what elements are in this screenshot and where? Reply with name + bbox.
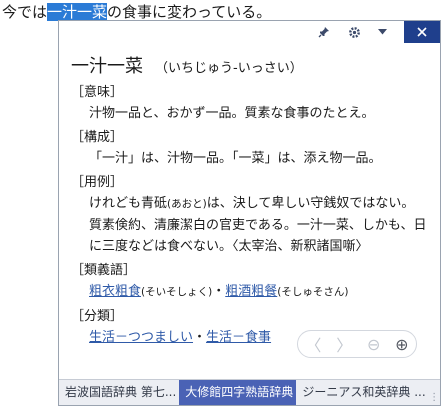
tab-iwanami[interactable]: 岩波国語辞典 第七... <box>59 380 179 405</box>
category-separator: ・ <box>193 330 207 345</box>
headword-reading: （いちじゅう-いっさい） <box>155 61 303 76</box>
selected-text[interactable]: 一汁一菜 <box>47 3 108 21</box>
resize-grip-icon[interactable]: ⋮ <box>428 380 440 405</box>
gear-icon[interactable] <box>341 21 367 43</box>
structure-text: 「一汁」は、汁物一品。「一菜」は、添え物一品。 <box>89 151 382 166</box>
tab-genius-waei[interactable]: ジーニアス和英辞典 ... <box>296 380 428 405</box>
document-text-after: の食事に変わっている。 <box>107 3 272 21</box>
document-text-line: 今では一汁一菜の食事に変わっている。 <box>2 2 271 22</box>
synonym-link-1[interactable]: 粗衣粗食 <box>89 284 141 299</box>
synonym-2-reading: (そしゅそさん) <box>277 286 349 298</box>
pin-icon[interactable] <box>311 21 337 43</box>
example-text-part1: けれども青砥 <box>89 196 168 211</box>
meaning-label: ［意味］ <box>71 85 124 100</box>
synonym-1-reading: (そいそしょく) <box>141 286 213 298</box>
dictionary-popup: 一汁一菜 （いちじゅう-いっさい） ［意味］ 汁物一品と、おかず一品。質素な食事の… <box>58 20 441 406</box>
close-icon <box>417 27 427 37</box>
chevron-down-icon[interactable] <box>369 21 395 43</box>
entry-content: 一汁一菜 （いちじゅう-いっさい） ［意味］ 汁物一品と、おかず一品。質素な食事の… <box>71 55 433 348</box>
synonym-separator: ・ <box>212 284 226 299</box>
zoom-in-icon[interactable]: ⊕ <box>395 335 408 354</box>
structure-label: ［構成］ <box>71 130 124 145</box>
zoom-out-icon[interactable]: ⊖ <box>367 335 380 354</box>
synonyms-list: 粗衣粗食(そいそしょく)・粗酒粗餐(そしゅそさん) <box>71 281 433 303</box>
tab-taishukan-yoji[interactable]: 大修館四字熟語辞典 <box>179 380 297 405</box>
example-ruby: (あおと) <box>167 198 207 210</box>
meaning-text: 汁物一品と、おかず一品。質素な食事のたとえ。 <box>89 106 375 121</box>
example-label: ［用例］ <box>71 175 124 190</box>
forward-icon[interactable]: 〉 <box>336 332 352 356</box>
popup-titlebar[interactable] <box>59 21 440 43</box>
synonyms-label: ［類義語］ <box>71 263 137 278</box>
category-link-1[interactable]: 生活－つつましい <box>89 330 193 345</box>
document-text-before: 今では <box>2 3 48 21</box>
close-button[interactable] <box>404 21 440 43</box>
back-icon[interactable]: 〈 <box>305 332 321 356</box>
headword: 一汁一菜 <box>71 56 143 77</box>
headword-line: 一汁一菜 （いちじゅう-いっさい） <box>71 55 433 79</box>
navigation-controls: 〈 〉 ⊖ ⊕ <box>297 330 417 358</box>
example-text: けれども青砥(あおと)は、決して卑しい守銭奴ではない。質素倹約、清廉潔白の官吏で… <box>71 193 433 257</box>
category-label: ［分類］ <box>71 309 124 324</box>
dictionary-tabs: 岩波国語辞典 第七... 大修館四字熟語辞典 ジーニアス和英辞典 ... ⋮ <box>59 379 440 405</box>
synonym-link-2[interactable]: 粗酒粗餐 <box>225 284 277 299</box>
category-link-2[interactable]: 生活－食事 <box>206 330 271 345</box>
